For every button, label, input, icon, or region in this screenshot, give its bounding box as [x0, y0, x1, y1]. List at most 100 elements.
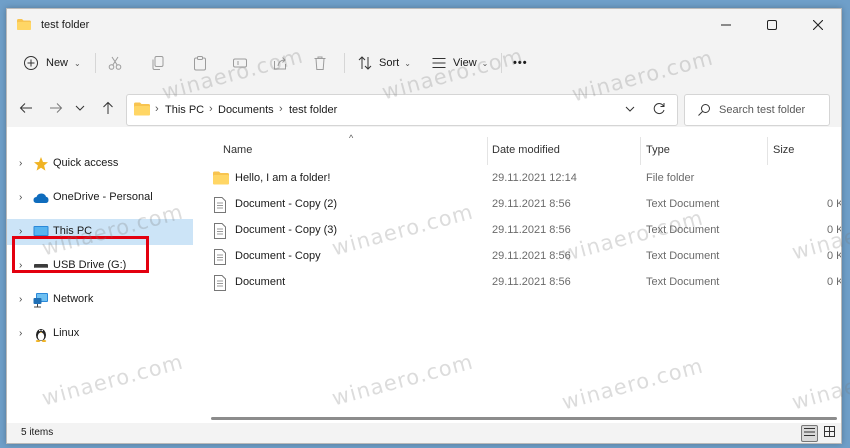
forward-button[interactable] — [45, 99, 67, 119]
sort-button[interactable]: Sort ⌄ — [357, 51, 411, 75]
nav-label: Linux — [53, 327, 80, 339]
file-type: Text Document — [646, 198, 720, 210]
tiles-view-button[interactable] — [821, 425, 837, 441]
network-icon — [33, 292, 49, 308]
sort-ascending-icon: ^ — [349, 133, 354, 143]
chevron-down-icon — [75, 103, 85, 115]
file-size: 0 K — [827, 276, 842, 288]
file-row[interactable]: Document - Copy (2) 29.11.2021 8:56 Text… — [197, 193, 841, 217]
title-bar: test folder — [7, 9, 841, 41]
delete-button[interactable] — [312, 51, 328, 75]
breadcrumb-chevron-icon: › — [279, 103, 283, 115]
arrow-up-icon — [102, 101, 114, 118]
usb-drive-highlight-box — [12, 236, 149, 273]
folder-icon — [134, 102, 150, 119]
recent-locations-button[interactable] — [73, 99, 87, 119]
nav-label: Network — [53, 293, 94, 305]
paste-button[interactable] — [192, 51, 208, 75]
search-icon — [697, 103, 711, 120]
nav-item-linux[interactable]: › Linux — [7, 321, 193, 347]
cut-button[interactable] — [107, 51, 123, 75]
file-date: 29.11.2021 12:14 — [492, 172, 577, 184]
column-divider — [640, 137, 641, 165]
nav-item-network[interactable]: › Network — [7, 287, 193, 313]
file-name: Document - Copy (3) — [235, 224, 338, 236]
column-header-type[interactable]: Type — [646, 144, 670, 156]
nav-label: Quick access — [53, 157, 119, 169]
copy-icon — [150, 55, 166, 71]
file-name: Document - Copy — [235, 250, 321, 262]
nav-label: OneDrive - Personal — [53, 191, 153, 203]
file-size: 0 K — [827, 224, 842, 236]
new-button[interactable]: New ⌄ — [23, 51, 81, 75]
file-list: ^ Name Date modified Type Size Hello, I … — [197, 127, 841, 423]
view-button[interactable]: View ⌄ — [431, 51, 488, 75]
close-button[interactable] — [795, 9, 841, 41]
file-name: Document — [235, 276, 286, 288]
chevron-right-icon: › — [19, 328, 23, 339]
file-size: 0 K — [827, 250, 842, 262]
refresh-icon — [652, 103, 666, 119]
breadcrumb-this-pc[interactable]: This PC — [165, 104, 204, 116]
arrow-left-icon — [19, 102, 33, 117]
main-area: › Quick access › OneDrive - Personal › T… — [7, 127, 841, 423]
toolbar-separator — [501, 53, 502, 73]
breadcrumb-documents[interactable]: Documents — [218, 104, 274, 116]
file-row[interactable]: Document 29.11.2021 8:56 Text Document 0… — [197, 271, 841, 295]
sort-icon — [357, 55, 373, 71]
back-button[interactable] — [15, 99, 37, 119]
file-row[interactable]: Document - Copy 29.11.2021 8:56 Text Doc… — [197, 245, 841, 269]
star-icon — [33, 156, 49, 172]
minimize-button[interactable] — [703, 9, 749, 41]
file-type: Text Document — [646, 224, 720, 236]
view-list-icon — [431, 55, 447, 71]
more-options-button[interactable]: ••• — [513, 51, 528, 75]
clipboard-icon — [192, 55, 208, 71]
chevron-right-icon: › — [19, 158, 23, 169]
cloud-icon — [33, 190, 49, 206]
file-type: File folder — [646, 172, 695, 184]
rename-button[interactable] — [232, 51, 248, 75]
plus-circle-icon — [23, 55, 39, 71]
chevron-down-icon — [625, 104, 635, 116]
breadcrumb-chevron-icon: › — [209, 103, 213, 115]
search-box[interactable]: Search test folder — [684, 94, 830, 126]
up-button[interactable] — [97, 99, 119, 119]
arrow-right-icon — [49, 102, 63, 117]
linux-penguin-icon — [33, 326, 49, 342]
nav-item-quick-access[interactable]: › Quick access — [7, 151, 193, 177]
file-name: Document - Copy (2) — [235, 198, 338, 210]
copy-button[interactable] — [150, 51, 166, 75]
toolbar-separator — [95, 53, 96, 73]
maximize-button[interactable] — [749, 9, 795, 41]
column-header-date-modified[interactable]: Date modified — [492, 144, 560, 156]
chevron-right-icon: › — [19, 192, 23, 203]
tiles-view-icon — [823, 426, 835, 440]
file-type: Text Document — [646, 276, 720, 288]
file-date: 29.11.2021 8:56 — [492, 224, 571, 236]
chevron-right-icon: › — [19, 294, 23, 305]
search-placeholder: Search test folder — [719, 104, 806, 116]
folder-icon — [213, 171, 229, 187]
column-header-size[interactable]: Size — [773, 144, 794, 156]
share-button[interactable] — [272, 51, 288, 75]
view-label: View — [453, 57, 477, 69]
minimize-icon — [721, 18, 731, 33]
status-bar: 5 items — [7, 423, 841, 443]
details-view-button[interactable] — [801, 425, 818, 442]
file-row[interactable]: Hello, I am a folder! 29.11.2021 12:14 F… — [197, 167, 841, 191]
file-date: 29.11.2021 8:56 — [492, 276, 571, 288]
horizontal-scrollbar[interactable] — [211, 417, 837, 420]
file-row[interactable]: Document - Copy (3) 29.11.2021 8:56 Text… — [197, 219, 841, 243]
command-bar: New ⌄ Sort ⌄ View ⌄ ••• — [7, 45, 841, 81]
address-bar[interactable]: › This PC › Documents › test folder — [126, 94, 678, 126]
toolbar-separator — [344, 53, 345, 73]
trash-icon — [312, 55, 328, 71]
details-view-icon — [804, 427, 815, 440]
nav-item-onedrive[interactable]: › OneDrive - Personal — [7, 185, 193, 211]
address-dropdown-button[interactable] — [625, 104, 635, 116]
breadcrumb-test-folder[interactable]: test folder — [289, 104, 337, 116]
refresh-button[interactable] — [652, 102, 666, 119]
column-header-name[interactable]: Name — [223, 144, 252, 156]
column-divider — [767, 137, 768, 165]
